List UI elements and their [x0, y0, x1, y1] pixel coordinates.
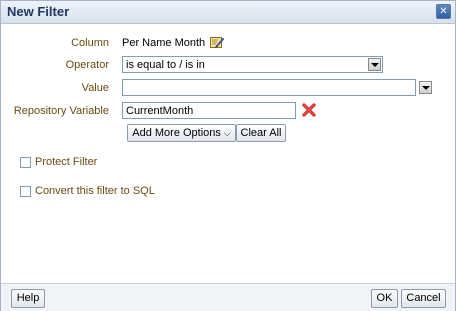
value-input[interactable]	[122, 79, 416, 96]
help-label: Help	[16, 292, 40, 304]
close-button[interactable]: ✕	[436, 4, 451, 19]
cancel-label: Cancel	[406, 292, 441, 304]
clear-all-button[interactable]: Clear All	[236, 124, 286, 142]
ok-label: OK	[376, 292, 393, 304]
clear-all-label: Clear All	[240, 127, 282, 139]
repository-variable-value: CurrentMonth	[126, 105, 194, 117]
close-icon: ✕	[439, 6, 448, 17]
operator-label: Operator	[65, 59, 109, 71]
value-dropdown-chevron-icon[interactable]	[419, 81, 432, 94]
column-value: Per Name Month	[122, 37, 206, 49]
convert-to-sql-checkbox[interactable]	[20, 186, 31, 197]
operator-select[interactable]: is equal to / is in	[122, 56, 383, 73]
add-more-options-label: Add More Options	[132, 127, 221, 139]
chevron-down-icon: ⌵	[223, 128, 231, 138]
convert-to-sql-label[interactable]: Convert this filter to SQL	[35, 185, 155, 197]
value-label: Value	[81, 82, 109, 94]
column-label: Column	[71, 37, 109, 49]
dialog-title: New Filter	[7, 4, 70, 19]
cancel-button[interactable]: Cancel	[401, 289, 446, 308]
edit-pencil-icon[interactable]	[210, 36, 224, 48]
dialog-footer: Help OK Cancel	[1, 283, 455, 311]
operator-selected-value: is equal to / is in	[126, 59, 205, 71]
help-button[interactable]: Help	[11, 289, 45, 308]
protect-filter-label[interactable]: Protect Filter	[35, 156, 97, 168]
repository-variable-label: Repository Variable	[13, 105, 109, 117]
new-filter-dialog: New Filter ✕ Column Per Name Month Opera…	[0, 0, 456, 311]
dialog-titlebar: New Filter ✕	[1, 1, 455, 24]
repository-variable-input[interactable]: CurrentMonth	[122, 102, 296, 119]
red-x-delete-icon[interactable]	[301, 102, 317, 118]
protect-filter-checkbox[interactable]	[20, 157, 31, 168]
add-more-options-button[interactable]: Add More Options ⌵	[127, 124, 236, 142]
ok-button[interactable]: OK	[371, 289, 398, 308]
chevron-down-icon[interactable]	[368, 58, 381, 71]
